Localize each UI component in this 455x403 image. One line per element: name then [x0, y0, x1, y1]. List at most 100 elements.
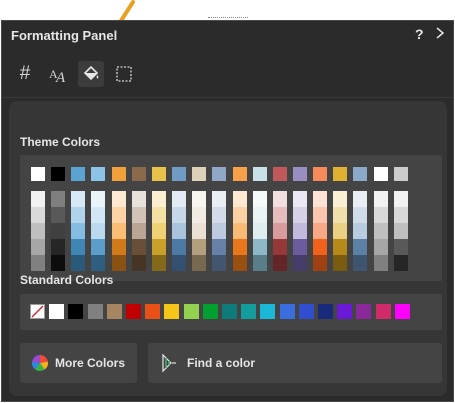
theme-shade-swatch[interactable]	[212, 207, 227, 223]
no-color-swatch[interactable]	[30, 304, 45, 319]
theme-shade-swatch[interactable]	[212, 223, 227, 239]
theme-shade-swatch[interactable]	[91, 239, 106, 255]
standard-color-swatch[interactable]	[164, 304, 180, 319]
theme-shade-swatch[interactable]	[373, 223, 388, 239]
theme-shade-swatch[interactable]	[313, 239, 328, 255]
theme-shade-swatch[interactable]	[353, 207, 368, 223]
theme-shade-swatch[interactable]	[31, 255, 45, 271]
standard-color-swatch[interactable]	[145, 304, 161, 319]
theme-color-swatch[interactable]	[272, 167, 287, 181]
theme-shade-swatch[interactable]	[111, 191, 126, 207]
theme-shade-swatch[interactable]	[313, 223, 328, 239]
theme-shade-swatch[interactable]	[31, 239, 45, 255]
theme-shade-swatch[interactable]	[292, 223, 307, 239]
theme-shade-swatch[interactable]	[172, 207, 187, 223]
theme-shade-swatch[interactable]	[111, 223, 126, 239]
theme-shade-swatch[interactable]	[71, 191, 86, 207]
theme-shade-swatch[interactable]	[51, 223, 66, 239]
theme-shade-swatch[interactable]	[333, 207, 348, 223]
theme-shade-swatch[interactable]	[272, 223, 287, 239]
theme-shade-swatch[interactable]	[192, 223, 207, 239]
theme-shade-swatch[interactable]	[192, 191, 207, 207]
standard-color-swatch[interactable]	[183, 304, 199, 319]
theme-color-swatch[interactable]	[172, 167, 187, 181]
theme-shade-swatch[interactable]	[172, 191, 187, 207]
standard-color-swatch[interactable]	[87, 304, 103, 319]
theme-shade-swatch[interactable]	[272, 191, 287, 207]
theme-shade-swatch[interactable]	[51, 239, 66, 255]
theme-shade-swatch[interactable]	[292, 255, 307, 271]
theme-shade-swatch[interactable]	[131, 223, 146, 239]
theme-shade-swatch[interactable]	[333, 239, 348, 255]
theme-color-swatch[interactable]	[353, 167, 368, 181]
theme-color-swatch[interactable]	[292, 167, 307, 181]
theme-shade-swatch[interactable]	[91, 207, 106, 223]
find-color-button[interactable]: Find a color	[148, 343, 442, 383]
theme-shade-swatch[interactable]	[292, 239, 307, 255]
standard-color-swatch[interactable]	[337, 304, 353, 319]
theme-shade-swatch[interactable]	[192, 255, 207, 271]
theme-shade-swatch[interactable]	[151, 255, 166, 271]
theme-shade-swatch[interactable]	[71, 207, 86, 223]
theme-shade-swatch[interactable]	[131, 239, 146, 255]
theme-shade-swatch[interactable]	[393, 239, 408, 255]
theme-shade-swatch[interactable]	[71, 255, 86, 271]
theme-shade-swatch[interactable]	[212, 255, 227, 271]
theme-shade-swatch[interactable]	[333, 191, 348, 207]
theme-shade-swatch[interactable]	[111, 207, 126, 223]
standard-color-swatch[interactable]	[375, 304, 391, 319]
theme-shade-swatch[interactable]	[313, 207, 328, 223]
theme-shade-swatch[interactable]	[393, 191, 408, 207]
theme-color-swatch[interactable]	[131, 167, 146, 181]
theme-shade-swatch[interactable]	[31, 191, 45, 207]
theme-shade-swatch[interactable]	[333, 255, 348, 271]
theme-shade-swatch[interactable]	[151, 191, 166, 207]
theme-shade-swatch[interactable]	[373, 191, 388, 207]
theme-shade-swatch[interactable]	[232, 239, 247, 255]
theme-shade-swatch[interactable]	[91, 223, 106, 239]
theme-color-swatch[interactable]	[51, 167, 66, 181]
theme-shade-swatch[interactable]	[333, 223, 348, 239]
theme-shade-swatch[interactable]	[131, 191, 146, 207]
theme-shade-swatch[interactable]	[252, 255, 267, 271]
theme-shade-swatch[interactable]	[353, 239, 368, 255]
theme-shade-swatch[interactable]	[151, 239, 166, 255]
theme-shade-swatch[interactable]	[71, 223, 86, 239]
theme-color-swatch[interactable]	[91, 167, 106, 181]
theme-shade-swatch[interactable]	[212, 239, 227, 255]
theme-shade-swatch[interactable]	[151, 223, 166, 239]
theme-shade-swatch[interactable]	[272, 255, 287, 271]
theme-shade-swatch[interactable]	[212, 191, 227, 207]
theme-shade-swatch[interactable]	[71, 239, 86, 255]
theme-shade-swatch[interactable]	[172, 223, 187, 239]
standard-color-swatch[interactable]	[202, 304, 218, 319]
theme-shade-swatch[interactable]	[232, 255, 247, 271]
standard-color-swatch[interactable]	[318, 304, 333, 319]
theme-color-swatch[interactable]	[212, 167, 227, 181]
theme-shade-swatch[interactable]	[111, 239, 126, 255]
theme-shade-swatch[interactable]	[292, 207, 307, 223]
theme-shade-swatch[interactable]	[31, 223, 45, 239]
theme-shade-swatch[interactable]	[91, 255, 106, 271]
tab-number-format[interactable]: #	[12, 61, 38, 87]
theme-shade-swatch[interactable]	[232, 191, 247, 207]
theme-color-swatch[interactable]	[373, 167, 388, 181]
standard-color-swatch[interactable]	[298, 304, 314, 319]
theme-shade-swatch[interactable]	[91, 191, 106, 207]
standard-color-swatch[interactable]	[241, 304, 257, 319]
theme-shade-swatch[interactable]	[232, 207, 247, 223]
theme-shade-swatch[interactable]	[51, 207, 66, 223]
help-icon[interactable]: ?	[415, 26, 424, 42]
standard-color-swatch[interactable]	[279, 304, 295, 319]
standard-color-swatch[interactable]	[68, 304, 84, 319]
standard-color-swatch[interactable]	[394, 304, 410, 319]
standard-color-swatch[interactable]	[106, 304, 122, 319]
tab-border[interactable]	[111, 61, 137, 87]
theme-shade-swatch[interactable]	[31, 207, 45, 223]
theme-color-swatch[interactable]	[252, 167, 267, 181]
theme-shade-swatch[interactable]	[192, 239, 207, 255]
theme-shade-swatch[interactable]	[131, 207, 146, 223]
theme-shade-swatch[interactable]	[51, 255, 66, 271]
theme-shade-swatch[interactable]	[151, 207, 166, 223]
theme-shade-swatch[interactable]	[373, 207, 388, 223]
